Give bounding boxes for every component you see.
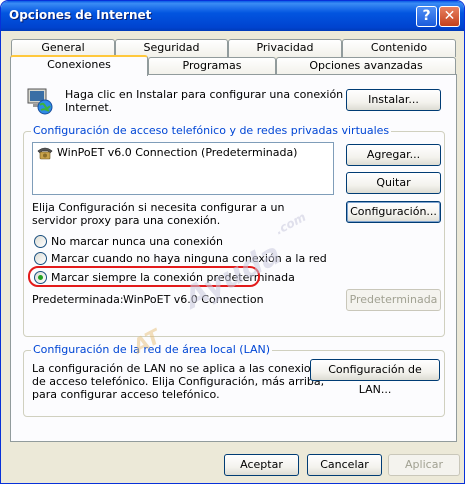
add-button[interactable]: Agregar... — [346, 144, 441, 166]
dialup-group-label: Configuración de acceso telefónico y de … — [31, 124, 392, 137]
default-label: Predeterminada: — [32, 293, 124, 306]
tab-contenido[interactable]: Contenido — [342, 39, 456, 57]
tab-opciones-avanzadas[interactable]: Opciones avanzadas — [276, 57, 456, 75]
proxy-text-line1: Elija Configuración si necesita configur… — [32, 201, 285, 214]
tab-conexiones[interactable]: Conexiones — [10, 55, 148, 76]
help-button[interactable]: ? — [416, 6, 437, 27]
tab-programas[interactable]: Programas — [148, 57, 276, 75]
tab-privacidad[interactable]: Privacidad — [228, 39, 342, 57]
apply-button[interactable]: Aplicar — [388, 454, 460, 476]
settings-button[interactable]: Configuración... — [346, 201, 441, 223]
lan-text-line2: de acceso telefónico. Elija Configuració… — [32, 375, 325, 388]
title-bar[interactable]: Opciones de Internet ? ✕ — [1, 1, 464, 31]
close-icon: ✕ — [443, 8, 456, 24]
close-button[interactable]: ✕ — [439, 6, 460, 27]
telephone-icon — [37, 147, 53, 160]
setup-text-line2: Internet. — [65, 101, 113, 114]
install-button[interactable]: Instalar... — [346, 89, 441, 111]
set-default-button[interactable]: Predeterminada — [346, 289, 441, 311]
setup-text-line1: Haga clic en Instalar para configurar un… — [65, 88, 354, 101]
cancel-button[interactable]: Cancelar — [307, 454, 382, 476]
radio-never-dial[interactable] — [34, 235, 47, 248]
radio-never-dial-label[interactable]: No marcar nunca una conexión — [51, 235, 223, 249]
connections-listbox[interactable]: WinPoET v6.0 Connection (Predeterminada) — [32, 142, 334, 195]
remove-button[interactable]: Quitar — [346, 172, 441, 194]
lan-text-line1: La configuración de LAN no se aplica a l… — [32, 362, 331, 375]
connections-panel: Haga clic en Instalar para configurar un… — [10, 74, 457, 442]
lan-text-line3: para configurar acceso telefónico. — [32, 388, 220, 401]
lan-settings-button[interactable]: Configuración de LAN... — [310, 359, 440, 396]
network-globe-icon — [27, 88, 53, 115]
internet-options-dialog: Opciones de Internet ? ✕ General Segurid… — [0, 0, 465, 484]
radio-dial-when-no-network[interactable] — [34, 252, 47, 265]
ok-button[interactable]: Aceptar — [224, 454, 299, 476]
proxy-text-line2: servidor proxy para una conexión. — [32, 214, 221, 227]
window-title: Opciones de Internet — [9, 8, 152, 22]
connection-item[interactable]: WinPoET v6.0 Connection (Predeterminada) — [57, 146, 297, 160]
